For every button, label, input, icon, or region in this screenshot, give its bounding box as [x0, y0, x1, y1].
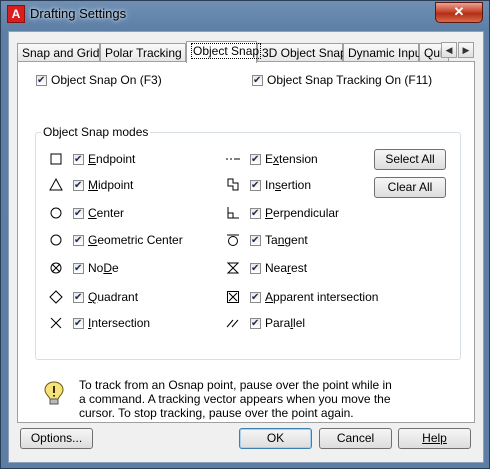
tangent-checkbox[interactable]: TaNgent	[250, 232, 308, 249]
parallel-checkbox[interactable]: ParaLlel	[250, 315, 305, 332]
extension-checkbox[interactable]: Extension	[250, 151, 318, 168]
checkbox-box[interactable]	[250, 152, 261, 168]
dialog-window: A Drafting Settings ✕ Snap and Grid Pola…	[0, 0, 490, 469]
nearest-icon	[225, 260, 241, 276]
node-icon	[48, 260, 64, 276]
title-bar[interactable]: A Drafting Settings ✕	[1, 1, 489, 27]
window-title: Drafting Settings	[30, 6, 127, 21]
ok-button[interactable]: OK	[239, 428, 312, 449]
quadrant-checkbox[interactable]: Quadrant	[73, 289, 138, 306]
tab-scroll-arrows: ◀ ▶	[441, 42, 475, 58]
checkbox-box[interactable]	[250, 290, 261, 306]
checkbox-box[interactable]	[73, 290, 84, 306]
info-tip: To track from an Osnap point, pause over…	[43, 378, 463, 426]
lightbulb-icon	[43, 380, 65, 408]
tab-object-snap[interactable]: Object Snap	[186, 41, 262, 63]
tab-scroll-right-button[interactable]: ▶	[458, 42, 474, 58]
endpoint-checkbox[interactable]: Endpoint	[73, 151, 135, 168]
intersection-checkbox[interactable]: Intersection	[73, 315, 150, 332]
options-button[interactable]: Options...	[20, 428, 93, 449]
center-checkbox[interactable]: Center	[73, 205, 124, 222]
perpendicular-icon	[225, 205, 241, 221]
dialog-client: Snap and Grid Polar Tracking Object Snap…	[8, 31, 484, 463]
checkbox-box[interactable]	[252, 73, 263, 89]
close-button[interactable]: ✕	[435, 2, 483, 23]
intersection-x-icon	[48, 315, 64, 331]
cancel-button[interactable]: Cancel	[319, 428, 392, 449]
checkbox-box[interactable]	[73, 233, 84, 249]
checkbox-box[interactable]	[73, 316, 84, 332]
parallel-icon	[225, 315, 241, 331]
apparent-intersection-icon	[225, 289, 241, 305]
object-snap-panel: Object Snap On (F3) Object Snap Tracking…	[17, 61, 475, 423]
object-snap-modes-group: Object Snap modes End	[35, 125, 461, 360]
endpoint-square-icon	[48, 151, 64, 167]
checkbox-box[interactable]	[250, 206, 261, 222]
tab-snap-and-grid[interactable]: Snap and Grid	[17, 43, 100, 61]
apparent-intersection-checkbox[interactable]: Apparent intersection	[250, 289, 378, 306]
clear-all-button[interactable]: Clear All	[374, 177, 446, 198]
group-label: Object Snap modes	[41, 125, 151, 139]
extension-icon	[225, 151, 241, 167]
midpoint-triangle-icon	[48, 177, 64, 193]
nearest-checkbox[interactable]: NeaRest	[250, 260, 307, 277]
checkbox-box[interactable]	[73, 206, 84, 222]
tab-scroll-left-button[interactable]: ◀	[441, 42, 457, 58]
geometric-center-circle-icon	[48, 232, 64, 248]
help-button[interactable]: Help	[398, 428, 471, 449]
checkbox-box[interactable]	[73, 152, 84, 168]
quadrant-diamond-icon	[48, 289, 64, 305]
checkbox-box[interactable]	[250, 233, 261, 249]
tab-dynamic-input[interactable]: Dynamic Input	[343, 43, 425, 61]
node-checkbox[interactable]: NoDe	[73, 260, 119, 277]
insertion-checkbox[interactable]: InSertion	[250, 177, 311, 194]
checkbox-box[interactable]	[73, 261, 84, 277]
select-all-button[interactable]: Select All	[374, 149, 446, 170]
info-text: To track from an Osnap point, pause over…	[79, 378, 392, 420]
tab-polar-tracking[interactable]: Polar Tracking	[100, 43, 186, 61]
object-snap-on-checkbox[interactable]: Object Snap On (F3)	[36, 72, 162, 89]
tangent-icon	[225, 232, 241, 248]
tab-3d-object-snap[interactable]: 3D Object Snap	[257, 43, 347, 61]
center-circle-icon	[48, 205, 64, 221]
object-snap-tracking-checkbox[interactable]: Object Snap Tracking On (F11)	[252, 72, 432, 89]
checkbox-box[interactable]	[250, 178, 261, 194]
checkbox-box[interactable]	[250, 261, 261, 277]
checkbox-box[interactable]	[250, 316, 261, 332]
midpoint-checkbox[interactable]: Midpoint	[73, 177, 133, 194]
insertion-icon	[225, 177, 241, 193]
geometric-center-checkbox[interactable]: Geometric Center	[73, 232, 183, 249]
autocad-app-icon: A	[7, 5, 25, 23]
perpendicular-checkbox[interactable]: Perpendicular	[250, 205, 339, 222]
checkbox-box[interactable]	[36, 73, 47, 89]
checkbox-box[interactable]	[73, 178, 84, 194]
